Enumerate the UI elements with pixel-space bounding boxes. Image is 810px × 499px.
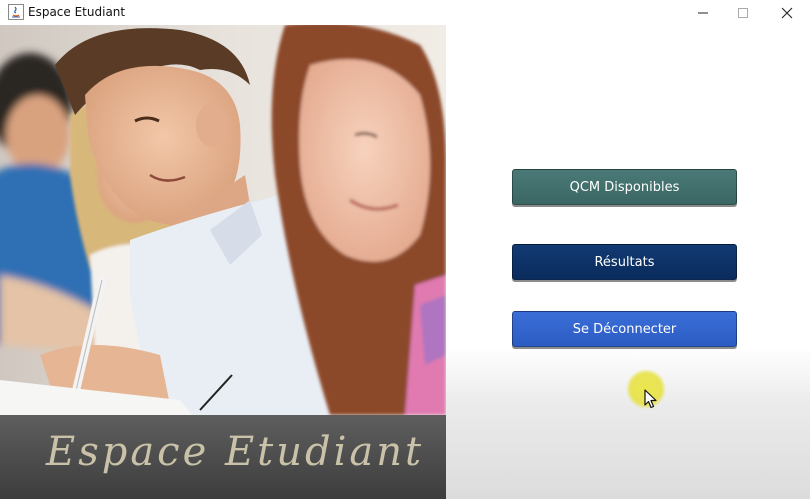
banner-title: Espace Etudiant — [46, 429, 425, 475]
students-photo-panel: Espace Etudiant — [0, 25, 446, 499]
qcm-disponibles-button[interactable]: QCM Disponibles — [512, 169, 737, 205]
qcm-disponibles-label: QCM Disponibles — [569, 179, 680, 195]
logout-label: Se Déconnecter — [572, 321, 677, 337]
resultats-label: Résultats — [594, 254, 655, 270]
java-app-icon — [8, 4, 24, 20]
window-title: Espace Etudiant — [28, 5, 126, 19]
close-icon[interactable] — [764, 0, 810, 25]
logout-button[interactable]: Se Déconnecter — [512, 311, 737, 347]
mouse-pointer-icon — [644, 389, 657, 409]
menu-panel: QCM Disponibles Résultats Se Déconnecter — [446, 25, 810, 499]
maximize-icon[interactable] — [720, 0, 766, 25]
window-titlebar: Espace Etudiant — [0, 0, 810, 25]
resultats-button[interactable]: Résultats — [512, 244, 737, 280]
